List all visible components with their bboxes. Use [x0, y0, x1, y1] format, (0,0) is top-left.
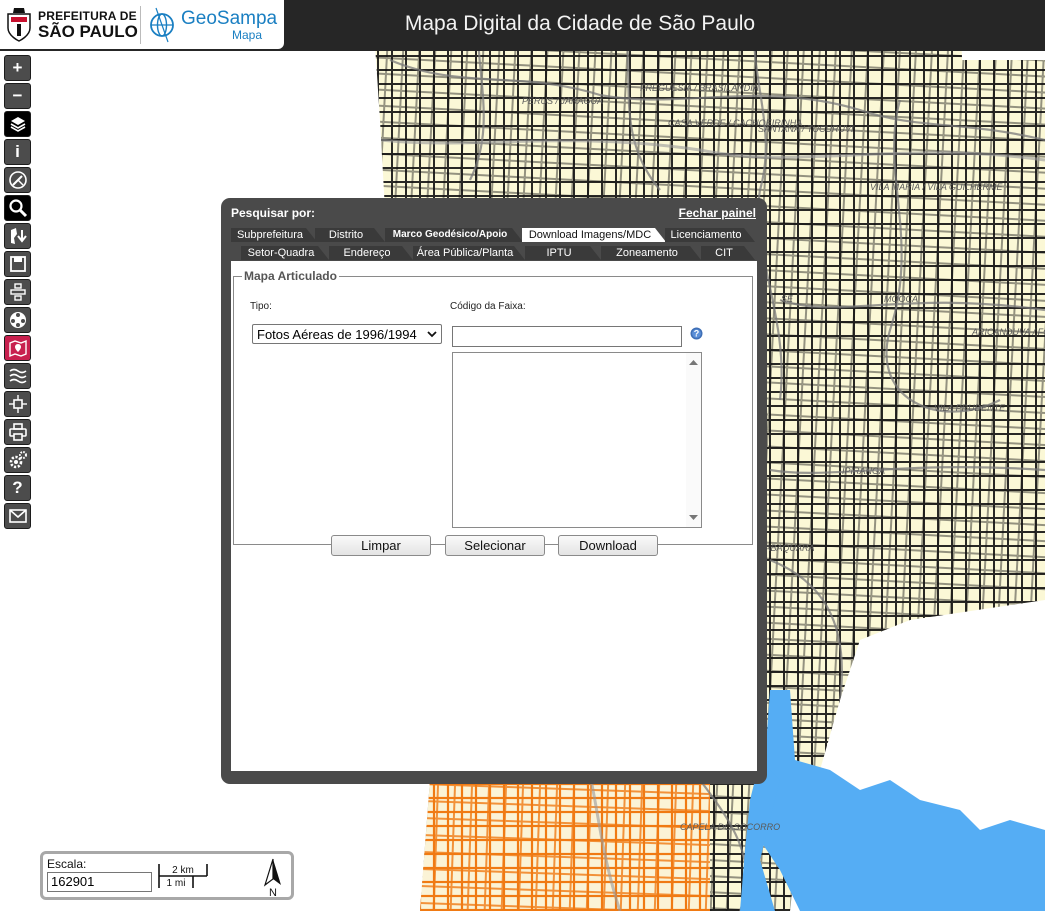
settings-button[interactable] — [4, 447, 31, 473]
tab-licenciamento[interactable]: Licenciamento — [665, 228, 755, 242]
save-button[interactable] — [4, 251, 31, 277]
scroll-down-icon[interactable] — [686, 511, 701, 525]
map-label-mooca: MOOCA — [884, 294, 918, 304]
map-label-ipiranga: IPIRANGA — [842, 466, 885, 476]
logo-divider — [140, 6, 141, 44]
mail-icon — [8, 509, 27, 523]
north-label: N — [269, 887, 277, 897]
search-button[interactable] — [4, 195, 31, 221]
map-label-freguesia: FREGUESIA / BRASILÂNDIA — [640, 83, 759, 93]
layers-icon — [10, 117, 25, 132]
tab-distrito[interactable]: Distrito — [315, 228, 385, 242]
map-pin-icon — [8, 339, 27, 358]
scale-label: Escala: — [47, 857, 87, 871]
listbox-scrollbar[interactable] — [686, 353, 701, 527]
map-label-vila-maria: VILA MARIA / VILA GUILHERME — [870, 182, 1004, 192]
app-header: PREFEITURA DE SÃO PAULO GeoSampa Mapa Ma… — [0, 0, 1045, 51]
mapa-articulado-section: Mapa Articulado Tipo: Fotos Aéreas de 19… — [233, 269, 753, 556]
tab-area-publica[interactable]: Área Pública/Planta — [413, 246, 525, 260]
codigo-label: Código da Faixa: — [450, 301, 526, 312]
plus-icon: + — [12, 58, 23, 77]
map-download-icon — [10, 228, 27, 244]
tipo-selected-value: Fotos Aéreas de 1996/1994 — [257, 326, 417, 342]
panel-body: Mapa Articulado Tipo: Fotos Aéreas de 19… — [231, 261, 757, 771]
coordinates-button[interactable] — [4, 279, 31, 305]
scale-input[interactable]: 162901 — [47, 872, 152, 892]
map-label-santana: SANTANA / TUCURUVI — [758, 124, 854, 134]
geosampa-label: GeoSampa — [181, 8, 278, 29]
transform-button[interactable] — [4, 391, 31, 417]
panel-title: Pesquisar por: — [231, 206, 316, 220]
measure-button[interactable] — [4, 167, 31, 193]
waves-icon — [9, 368, 26, 384]
gears-icon — [9, 451, 27, 469]
tipo-select[interactable]: Fotos Aéreas de 1996/1994 — [252, 324, 442, 344]
sao-paulo-label: SÃO PAULO — [38, 22, 138, 41]
articulated-map-button[interactable] — [4, 335, 31, 361]
scale-bar: 2 km 1 mi — [158, 864, 208, 889]
tab-download-imagens[interactable]: Download Imagens/MDC — [522, 228, 666, 242]
tab-setor-quadra[interactable]: Setor-Quadra — [241, 246, 329, 260]
contact-button[interactable] — [4, 503, 31, 529]
select-button[interactable]: Selecionar — [445, 535, 545, 556]
search-panel: Pesquisar por: Fechar painel Subprefeitu… — [221, 198, 767, 784]
scale-mi-label: 1 mi — [167, 878, 186, 889]
help-icon: ? — [12, 478, 23, 497]
zoom-out-button[interactable]: − — [4, 83, 31, 109]
tab-marco-geodesico[interactable]: Marco Geodésico/Apoio — [385, 228, 523, 242]
geosampa-sub-label: Mapa — [232, 28, 263, 42]
tab-zoneamento[interactable]: Zoneamento — [601, 246, 701, 260]
coat-of-arms-icon — [7, 8, 31, 42]
compass-icon — [8, 171, 27, 189]
page-title: Mapa Digital da Cidade de São Paulo — [404, 12, 756, 35]
zoom-in-button[interactable]: + — [4, 55, 31, 81]
hydrography-button[interactable] — [4, 363, 31, 389]
tab-subprefeitura[interactable]: Subprefeitura — [231, 228, 317, 242]
map-label-jabaquara: JABAQUARA — [759, 543, 815, 553]
tools-button[interactable] — [4, 307, 31, 333]
tab-cit[interactable]: CIT — [701, 246, 755, 260]
map-label-capela: CAPELA DO SOCORRO — [680, 822, 780, 832]
tipo-label: Tipo: — [250, 301, 272, 312]
tab-iptu[interactable]: IPTU — [525, 246, 601, 260]
chevron-down-icon — [427, 330, 437, 337]
print-button[interactable] — [4, 419, 31, 445]
minus-icon: − — [12, 86, 23, 105]
codigo-faixa-input[interactable] — [452, 326, 682, 347]
help-tooltip-icon[interactable]: ? — [690, 327, 703, 340]
help-button[interactable]: ? — [4, 475, 31, 501]
map-label-perus: PERUS / JARAGUÁ — [522, 96, 603, 106]
tab-endereco[interactable]: Endereço — [329, 246, 413, 260]
layers-button[interactable] — [4, 111, 31, 137]
transform-icon — [8, 395, 27, 413]
prefeitura-label: PREFEITURA DE — [38, 9, 137, 23]
geosampa-globe-icon — [150, 7, 174, 43]
info-button[interactable]: i — [4, 139, 31, 165]
scroll-up-icon[interactable] — [686, 355, 701, 369]
map-label-aricanduva: ARICANDUVA / FORMOSA — [971, 327, 1045, 337]
logo-area[interactable]: PREFEITURA DE SÃO PAULO GeoSampa Mapa — [0, 0, 284, 49]
coordinates-icon — [9, 283, 26, 301]
map-label-vila-prudente: VILA PRUDENTE — [934, 403, 1006, 413]
scale-panel: Escala: 162901 2 km 1 mi N — [40, 851, 294, 900]
scale-km-label: 2 km — [172, 865, 194, 876]
save-icon — [9, 256, 26, 272]
print-icon — [8, 423, 27, 441]
close-panel-link[interactable]: Fechar painel — [679, 206, 756, 220]
clear-button[interactable]: Limpar — [331, 535, 431, 556]
info-icon: i — [15, 142, 20, 161]
svg-text:?: ? — [694, 329, 700, 339]
download-button[interactable]: Download — [558, 535, 658, 556]
film-reel-icon — [9, 312, 26, 328]
north-arrow-icon: N — [263, 858, 281, 897]
faixa-listbox[interactable] — [452, 352, 702, 528]
map-label-se: SE — [781, 294, 794, 304]
download-map-button[interactable] — [4, 223, 31, 249]
search-icon — [8, 199, 27, 218]
section-title: Mapa Articulado — [244, 269, 337, 283]
